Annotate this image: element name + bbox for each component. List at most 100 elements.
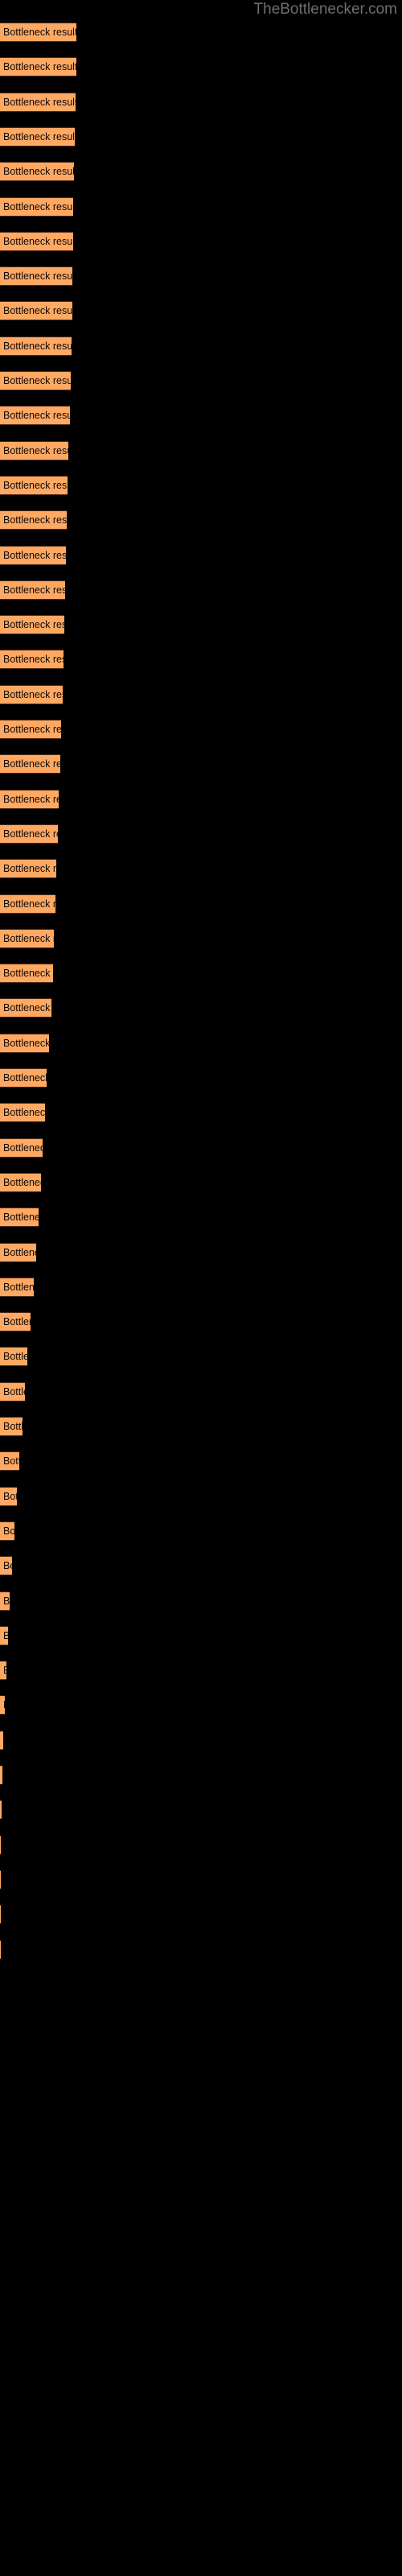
bar-label: Bottleneck result (3, 1595, 10, 1607)
bar-label-clip: Bottleneck result (0, 1068, 47, 1088)
bar-label-clip: Bottleneck result (0, 301, 72, 320)
bar-label-clip: Bottleneck result (0, 197, 73, 217)
bar-label: Bottleneck result (3, 584, 65, 596)
bar-label-clip: Bottleneck result (0, 615, 64, 634)
bar-label-clip: Bottleneck result (0, 1034, 49, 1053)
bar-label: Bottleneck result (3, 932, 54, 944)
bar-label-clip: Bottleneck result (0, 859, 56, 878)
bar-row: Bottleneck result (0, 162, 402, 182)
bar-label-clip: Bottleneck result (0, 1695, 5, 1715)
bar-row: Bottleneck result (0, 650, 402, 670)
bar-label-clip: Bottleneck result (0, 1173, 41, 1192)
bar-row: Bottleneck result (0, 231, 402, 251)
bar-label: Bottleneck result (3, 1351, 27, 1363)
bar-row (0, 1869, 402, 1889)
bar-rect[interactable] (0, 1905, 1, 1925)
bar-label-clip: Bottleneck result (0, 1591, 10, 1611)
bar-label: Bottleneck result (3, 1385, 25, 1397)
bar-label: Bottleneck result (3, 793, 59, 805)
bar-row: Bottleneck result (0, 1451, 402, 1472)
bar-label-clip: Bottleneck result (0, 929, 54, 948)
bar-label: Bottleneck result (3, 654, 64, 666)
bar-label-clip: Bottleneck result (0, 93, 76, 112)
bar-label-clip: Bottleneck result (0, 1103, 45, 1122)
bar-row: Bottleneck result (0, 196, 402, 217)
bar-row: Bottleneck result (0, 57, 402, 77)
bar-label: Bottleneck result (3, 688, 63, 700)
bar-row (0, 1939, 402, 1959)
bar-row: Bottleneck result (0, 371, 402, 390)
bar-label: Bottleneck result (3, 375, 71, 386)
bar-label-clip: Bottleneck result (0, 1417, 23, 1436)
bar-rect[interactable] (0, 1939, 1, 1959)
bar-label-clip: Bottleneck result (0, 336, 72, 356)
bar-row (0, 2009, 402, 2029)
bar-label: Bottleneck result (3, 27, 76, 38)
bar-label-clip: Bottleneck result (0, 1278, 34, 1297)
bar-row: Bottleneck result (0, 1208, 402, 1228)
bar-label-clip: Bottleneck result (0, 650, 64, 669)
bar-label: Bottleneck result (3, 130, 75, 142)
bar-row: Bottleneck result (0, 964, 402, 984)
bar-row: Bottleneck result (0, 1137, 402, 1158)
bar-label: Bottleneck result (3, 96, 76, 108)
bar-label: Bottleneck result (3, 1455, 19, 1468)
bar-row: Bottleneck result (0, 23, 402, 42)
bar-label-clip: Bottleneck result (0, 720, 61, 739)
bar-label: Bottleneck result (3, 305, 72, 317)
bar-label-clip: Bottleneck result (0, 1382, 25, 1402)
bar-row: Bottleneck result (0, 1068, 402, 1088)
bar-label-clip: Bottleneck result (0, 23, 76, 42)
bar-label-clip: Bottleneck result (0, 1661, 6, 1680)
bar-row (0, 1835, 402, 1855)
bar-label: Bottleneck result (3, 1002, 51, 1014)
bar-row: Bottleneck result (0, 824, 402, 844)
bar-label: Bottleneck result (3, 1212, 39, 1224)
bar-label: Bottleneck result (3, 1141, 43, 1154)
bar-rect[interactable] (0, 1835, 1, 1855)
bar-row: Bottleneck result (0, 720, 402, 739)
bar-label-clip: Bottleneck result (0, 1731, 3, 1750)
bar-label-clip: Bottleneck result (0, 998, 51, 1018)
bar-label-clip: Bottleneck result (0, 1208, 39, 1227)
bar-row: Bottleneck result (0, 1242, 402, 1262)
bar-label-clip: Bottleneck result (0, 824, 58, 844)
bar-row: Bottleneck result (0, 1591, 402, 1611)
bar-label-clip: Bottleneck result (0, 1138, 43, 1158)
bar-label-clip: Bottleneck result (0, 1243, 36, 1262)
bar-row (0, 2044, 402, 2063)
bar-row (0, 1975, 402, 1994)
bar-row: Bottleneck result (0, 545, 402, 565)
bar-row (0, 1905, 402, 1925)
bar-row: Bottleneck result (0, 1661, 402, 1681)
bar-label-clip: Bottleneck result (0, 1451, 19, 1471)
bar-rect[interactable] (0, 1765, 2, 1785)
bar-row: Bottleneck result (0, 336, 402, 356)
bar-label: Bottleneck result (3, 166, 74, 178)
bar-label: Bottleneck result (3, 1176, 41, 1188)
bar-label: Bottleneck result (3, 235, 73, 247)
bar-label: Bottleneck result (3, 1281, 34, 1293)
bar-label: Bottleneck result (3, 1421, 23, 1432)
bar-label: Bottleneck result (3, 270, 72, 283)
bar-row: Bottleneck result (0, 1172, 402, 1192)
bar-label-clip: Bottleneck result (0, 1521, 14, 1541)
bar-label: Bottleneck result (3, 549, 66, 561)
bar-label: Bottleneck result (3, 1629, 8, 1641)
bar-row: Bottleneck result (0, 440, 402, 460)
bar-label-clip: Bottleneck result (0, 1556, 12, 1575)
bar-row: Bottleneck result (0, 1695, 402, 1715)
bar-label: Bottleneck result (3, 1661, 6, 1680)
bar-row: Bottleneck result (0, 510, 402, 530)
bar-row: Bottleneck result (0, 859, 402, 879)
bar-label-clip: Bottleneck result (0, 1312, 31, 1331)
bar-label: Bottleneck result (3, 1695, 5, 1715)
bar-label-clip: Bottleneck result (0, 580, 65, 600)
bar-label: Bottleneck result (3, 1037, 49, 1049)
bar-row: Bottleneck result (0, 301, 402, 321)
bar-rect[interactable] (0, 1869, 1, 1889)
bar-rect[interactable] (0, 1800, 2, 1820)
bar-label-clip: Bottleneck result (0, 754, 60, 774)
bar-label: Bottleneck result (3, 898, 55, 910)
bar-row: Bottleneck result (0, 1347, 402, 1367)
